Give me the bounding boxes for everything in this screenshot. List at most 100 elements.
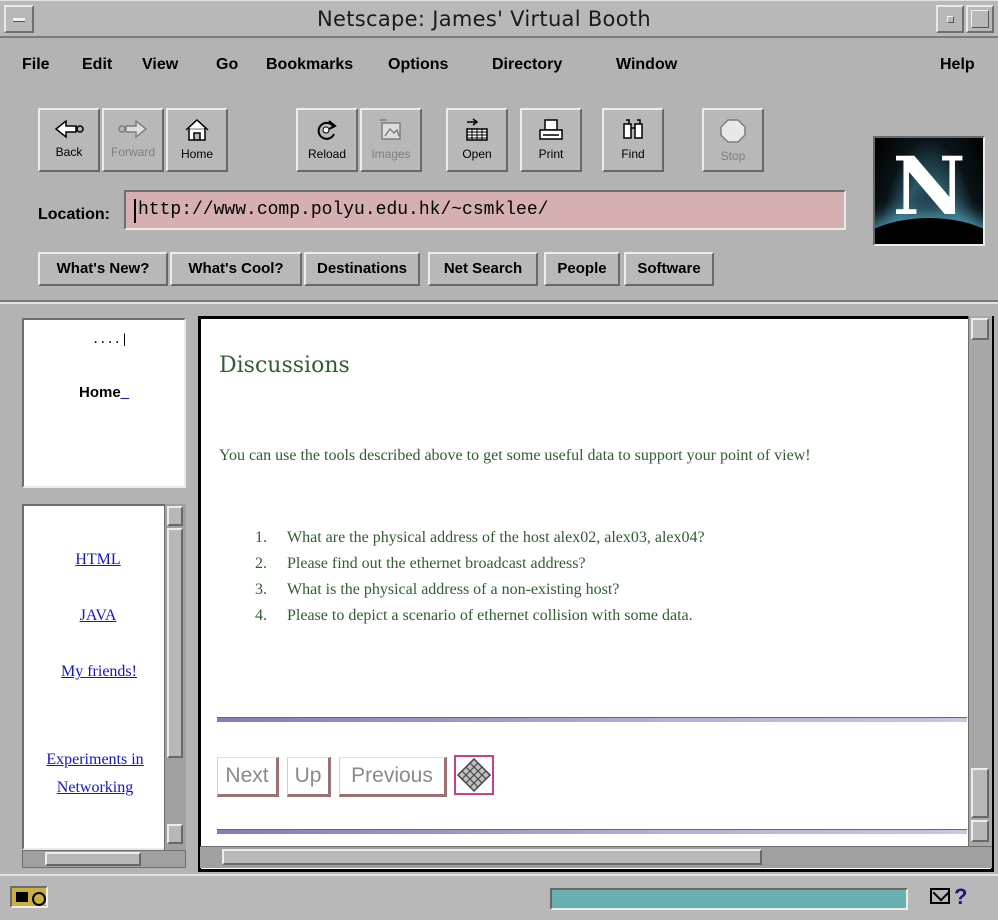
menu-go[interactable]: Go <box>216 56 238 74</box>
home-nav-underscore: _ <box>120 384 130 401</box>
menu-window[interactable]: Window <box>616 56 677 74</box>
left-frame-vertical-scrollbar[interactable] <box>164 504 186 850</box>
page-heading: Discussions <box>219 353 350 378</box>
back-label: Back <box>55 145 83 159</box>
content-hscroll-thumb[interactable] <box>222 849 762 865</box>
window-title-bar: Netscape: James' Virtual Booth <box>0 0 998 38</box>
list-text: Please find out the ethernet broadcast a… <box>287 555 586 572</box>
list-item: 2. Please find out the ethernet broadcast… <box>255 551 705 577</box>
left-top-frame: ....| Home_ <box>22 318 186 488</box>
print-button[interactable]: Print <box>520 108 582 172</box>
back-button[interactable]: Back <box>38 108 100 172</box>
grid-diamond-icon <box>456 757 492 793</box>
menu-edit[interactable]: Edit <box>82 56 112 74</box>
progress-bar <box>550 888 908 910</box>
list-text: What are the physical address of the hos… <box>287 529 705 546</box>
whats-new-button[interactable]: What's New? <box>38 252 168 286</box>
home-nav-link[interactable]: Home_ <box>24 384 184 401</box>
list-item: 3. What is the physical address of a non-… <box>255 577 705 603</box>
menu-file[interactable]: File <box>22 56 50 74</box>
location-url: http://www.comp.polyu.edu.hk/~csmklee/ <box>138 200 549 220</box>
scroll-down-arrow-icon[interactable] <box>167 824 183 844</box>
next-button[interactable]: Next <box>217 757 279 797</box>
nav-link-my-friends[interactable]: My friends! <box>54 658 144 686</box>
nav-link-experiments[interactable]: Experiments in Networking <box>30 746 160 802</box>
software-button[interactable]: Software <box>624 252 714 286</box>
location-input[interactable]: http://www.comp.polyu.edu.hk/~csmklee/ <box>124 190 846 230</box>
people-button[interactable]: People <box>544 252 620 286</box>
stop-icon <box>720 119 746 143</box>
images-button[interactable]: Images <box>360 108 422 172</box>
list-number: 4. <box>255 607 267 624</box>
left-hscroll-thumb[interactable] <box>45 852 141 866</box>
window-title: Netscape: James' Virtual Booth <box>317 7 651 31</box>
forward-arrow-icon <box>118 119 148 139</box>
find-label: Find <box>621 147 645 161</box>
images-icon <box>380 119 401 140</box>
security-key-icon[interactable] <box>10 886 48 908</box>
menu-bookmarks[interactable]: Bookmarks <box>266 56 353 74</box>
stop-button[interactable]: Stop <box>702 108 764 172</box>
home-icon <box>185 118 209 141</box>
home-nav-label: Home <box>78 384 121 401</box>
mail-icon[interactable] <box>930 888 950 904</box>
status-bar: ? <box>0 874 998 920</box>
netscape-logo[interactable]: N <box>873 136 985 246</box>
list-item: 1. What are the physical address of the h… <box>255 525 705 551</box>
help-question-icon[interactable]: ? <box>954 884 967 910</box>
list-item: 4. Please to depict a scenario of etherne… <box>255 603 705 629</box>
open-icon <box>466 118 488 141</box>
open-button[interactable]: Open <box>446 108 508 172</box>
list-number: 3. <box>255 581 267 598</box>
left-scroll-thumb[interactable] <box>167 528 183 758</box>
forward-button[interactable]: Forward <box>102 108 164 172</box>
content-frame: Discussions You can use the tools descri… <box>198 316 994 872</box>
nav-link-java[interactable]: JAVA <box>38 602 158 630</box>
list-text: What is the physical address of a non-ex… <box>287 581 620 598</box>
print-icon <box>539 119 563 140</box>
list-text: Please to depict a scenario of ethernet … <box>287 607 693 624</box>
reload-button[interactable]: Reload <box>296 108 358 172</box>
print-label: Print <box>538 147 564 161</box>
images-label: Images <box>371 147 411 161</box>
location-label: Location: <box>38 206 110 223</box>
contents-icon[interactable] <box>454 755 494 795</box>
net-search-button[interactable]: Net Search <box>428 252 538 286</box>
menu-options[interactable]: Options <box>388 56 448 74</box>
minimize-button[interactable] <box>936 5 964 33</box>
scroll-up-arrow-icon[interactable] <box>167 506 183 526</box>
left-nav-frame: HTML JAVA My friends! Experiments in Net… <box>22 504 186 850</box>
intro-paragraph: You can use the tools described above to… <box>219 447 811 464</box>
whats-cool-button[interactable]: What's Cool? <box>170 252 302 286</box>
up-button[interactable]: Up <box>287 757 331 797</box>
toolbar-separator <box>0 300 998 304</box>
reload-icon <box>317 120 337 140</box>
home-label: Home <box>180 147 213 161</box>
forward-label: Forward <box>110 145 155 159</box>
maximize-button[interactable] <box>966 5 994 33</box>
stop-label: Stop <box>720 149 746 163</box>
reload-label: Reload <box>307 147 347 161</box>
menu-view[interactable]: View <box>142 56 178 74</box>
content-horizontal-scrollbar[interactable] <box>200 846 992 868</box>
list-number: 2. <box>255 555 267 572</box>
find-icon <box>623 119 643 139</box>
previous-button[interactable]: Previous <box>339 757 447 797</box>
scroll-down-arrow-icon[interactable] <box>971 820 989 842</box>
content-scroll-thumb[interactable] <box>971 768 989 818</box>
window-menu-button[interactable] <box>4 5 34 33</box>
destinations-button[interactable]: Destinations <box>304 252 420 286</box>
horizontal-rule <box>217 717 967 722</box>
content-vertical-scrollbar[interactable] <box>968 316 992 846</box>
logo-letter: N <box>892 139 966 233</box>
text-caret <box>134 199 136 223</box>
nav-link-html[interactable]: HTML <box>38 546 158 574</box>
left-frame-horizontal-scrollbar[interactable] <box>22 850 186 868</box>
menu-directory[interactable]: Directory <box>492 56 562 74</box>
back-arrow-icon <box>54 119 84 139</box>
find-button[interactable]: Find <box>602 108 664 172</box>
scroll-up-arrow-icon[interactable] <box>971 318 989 340</box>
menu-help[interactable]: Help <box>940 56 975 74</box>
home-button[interactable]: Home <box>166 108 228 172</box>
open-label: Open <box>462 147 492 161</box>
